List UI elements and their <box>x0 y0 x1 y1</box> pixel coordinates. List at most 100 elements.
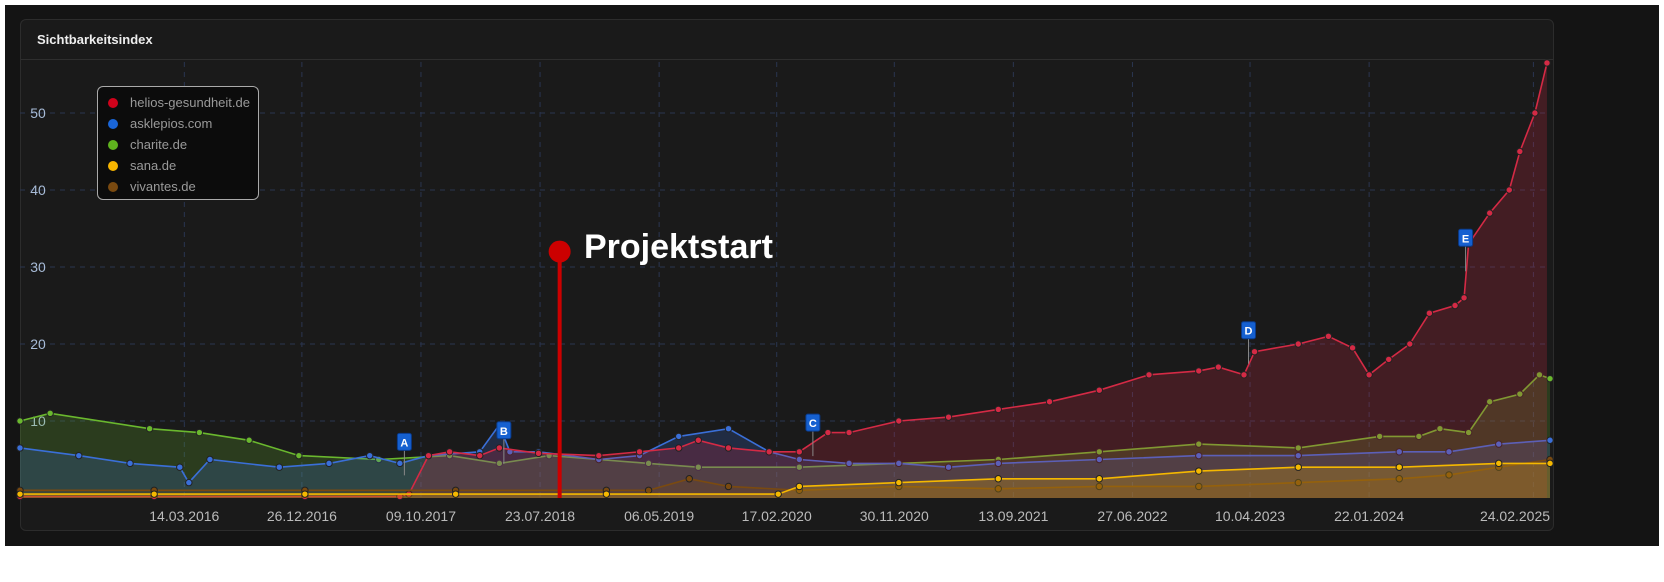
legend-label: sana.de <box>130 158 177 173</box>
data-point <box>1516 147 1524 156</box>
data-point <box>765 448 773 456</box>
data-point <box>206 455 214 464</box>
data-point <box>16 490 24 498</box>
legend-label: asklepios.com <box>130 116 213 131</box>
y-tick-label: 40 <box>30 182 46 198</box>
data-point <box>795 482 804 491</box>
data-point <box>1095 386 1103 394</box>
data-point <box>644 486 653 494</box>
projektstart-dot-icon <box>548 240 571 263</box>
legend-item-asklepios[interactable]: asklepios.com <box>98 113 258 134</box>
x-tick-label: 24.02.2025 <box>1480 508 1550 524</box>
data-point <box>1294 340 1302 348</box>
data-point <box>1546 374 1554 383</box>
x-tick-label: 17.02.2020 <box>742 508 812 524</box>
x-tick-label: 27.06.2022 <box>1097 508 1167 524</box>
x-tick-label: 10.04.2023 <box>1215 508 1285 524</box>
data-point <box>445 448 454 456</box>
data-point <box>1294 463 1302 471</box>
x-tick-label: 09.10.2017 <box>386 508 456 524</box>
data-point <box>724 482 733 491</box>
data-point <box>476 451 484 460</box>
data-point <box>994 405 1002 414</box>
legend-dot-icon <box>108 118 118 129</box>
annotation-label: C <box>809 418 817 430</box>
data-point <box>675 444 683 452</box>
legend-label: charite.de <box>130 137 188 152</box>
legend-item-sana[interactable]: sana.de <box>98 155 258 176</box>
data-point <box>635 448 644 456</box>
data-point <box>1214 363 1223 371</box>
data-point <box>595 451 603 460</box>
data-point <box>295 451 303 460</box>
data-point <box>176 463 184 471</box>
data-point <box>46 409 54 417</box>
data-point <box>1365 371 1373 379</box>
data-point <box>1250 348 1259 356</box>
data-point <box>895 417 903 425</box>
data-point <box>774 490 782 498</box>
x-tick-label: 13.09.2021 <box>978 508 1048 524</box>
x-tick-label: 23.07.2018 <box>505 508 575 524</box>
legend-item-charite[interactable]: charite.de <box>98 134 258 155</box>
data-point <box>994 475 1002 483</box>
data-point <box>1486 209 1494 217</box>
data-point <box>1240 371 1248 379</box>
data-point <box>150 490 158 498</box>
data-point <box>895 478 903 487</box>
projektstart-label: Projektstart <box>584 228 773 266</box>
y-tick-label: 20 <box>30 336 46 352</box>
data-point <box>16 444 24 452</box>
data-point <box>1348 344 1357 352</box>
annotation-label: D <box>1245 326 1253 338</box>
data-point <box>694 436 703 444</box>
annotation-label: B <box>500 426 508 438</box>
data-point <box>724 425 733 433</box>
x-tick-label: 06.05.2019 <box>624 508 694 524</box>
y-tick-label: 50 <box>30 105 46 121</box>
x-tick-label: 14.03.2016 <box>149 508 219 524</box>
data-point <box>396 459 404 468</box>
data-point <box>1546 459 1554 468</box>
data-point <box>1395 463 1403 471</box>
legend-label: vivantes.de <box>130 179 196 194</box>
data-point <box>126 459 134 468</box>
data-point <box>1385 355 1393 364</box>
data-point <box>1145 371 1153 379</box>
data-point <box>824 428 832 437</box>
data-point <box>301 490 309 498</box>
data-point <box>1195 367 1203 375</box>
data-point <box>1425 309 1434 317</box>
legend-dot-icon <box>108 139 118 150</box>
data-point <box>845 428 853 437</box>
x-tick-label: 22.01.2024 <box>1334 508 1404 524</box>
data-point <box>275 463 283 471</box>
x-tick-label: 30.11.2020 <box>860 508 929 524</box>
data-point <box>1546 436 1554 444</box>
y-tick-label: 30 <box>30 259 46 275</box>
data-point <box>1095 475 1103 483</box>
data-point <box>602 490 611 498</box>
legend-dot-icon <box>108 97 118 108</box>
data-point <box>795 448 804 456</box>
data-point <box>724 444 733 452</box>
legend-item-helios[interactable]: helios-gesundheit.de <box>98 92 258 113</box>
data-point <box>16 417 24 425</box>
data-point <box>366 451 374 460</box>
data-point <box>685 475 693 483</box>
legend-item-vivantes[interactable]: vivantes.de <box>98 176 258 197</box>
data-point <box>75 451 83 460</box>
data-point <box>1406 340 1414 348</box>
data-point <box>1460 294 1468 302</box>
data-point <box>451 490 460 498</box>
x-tick-label: 26.12.2016 <box>267 508 337 524</box>
data-point <box>675 432 683 441</box>
data-point <box>1531 109 1539 117</box>
legend-dot-icon <box>108 160 118 171</box>
data-point <box>1045 398 1054 406</box>
data-point <box>1195 467 1203 475</box>
legend-dot-icon <box>108 181 118 192</box>
data-point <box>1324 332 1333 340</box>
data-point <box>495 444 504 452</box>
data-point <box>1543 59 1551 67</box>
